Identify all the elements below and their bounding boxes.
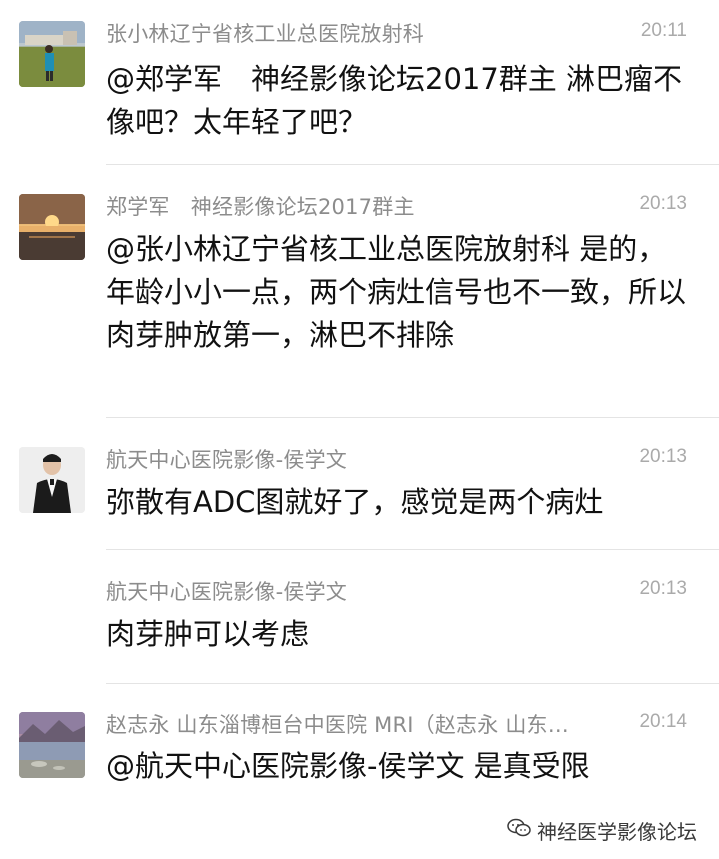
watermark: 神经医学影像论坛 [507,816,697,845]
message-text: 弥散有ADC图就好了，感觉是两个病灶 [106,485,604,519]
message-text: 肉芽肿可以考虑 [106,617,310,651]
divider [106,549,719,550]
message-time: 20:13 [639,446,687,467]
divider [106,164,719,165]
message-time: 20:13 [639,578,687,599]
message-time: 20:14 [639,711,687,732]
user-avatar[interactable] [19,712,85,778]
message-time: 20:13 [639,193,687,214]
divider [106,417,719,418]
message-text: @航天中心医院影像-侯学文 是真受限 [106,749,590,783]
divider [106,683,719,684]
sender-name[interactable]: 赵志永 山东淄博桓台中医院 MRI（赵志永 山东… [106,709,569,739]
sender-name[interactable]: 航天中心医院影像-侯学文 [106,576,347,606]
watermark-text: 神经医学影像论坛 [537,820,697,844]
user-avatar[interactable] [19,194,85,260]
message-time: 20:11 [640,20,687,41]
user-avatar[interactable] [19,447,85,513]
message-text: @郑学军 神经影像论坛2017群主 淋巴瘤不像吧？太年轻了吧？ [106,62,683,139]
sender-name[interactable]: 郑学军 神经影像论坛2017群主 [106,191,415,221]
wechat-icon [507,818,537,843]
message-text: @张小林辽宁省核工业总医院放射科 是的，年龄小小一点，两个病灶信号也不一致，所以… [106,232,687,352]
sender-name[interactable]: 张小林辽宁省核工业总医院放射科 [106,18,424,48]
user-avatar[interactable] [19,21,85,87]
sender-name[interactable]: 航天中心医院影像-侯学文 [106,444,347,474]
